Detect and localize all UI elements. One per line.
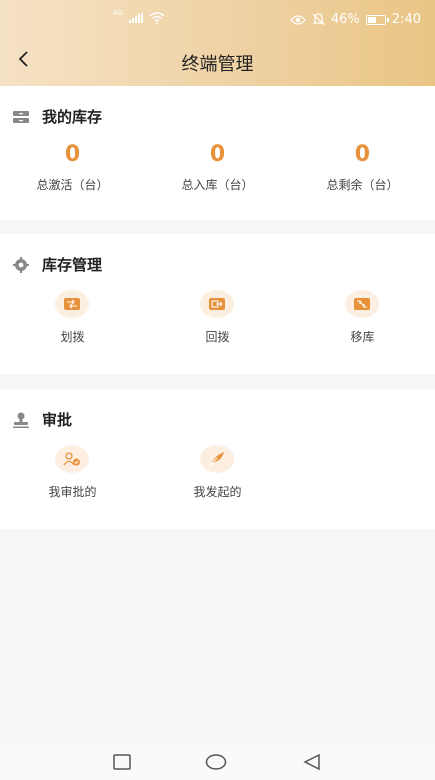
battery-icon xyxy=(365,14,389,25)
square-icon xyxy=(113,754,131,770)
stamp-icon xyxy=(12,411,30,429)
stat-stocked: 0 总入库（台） xyxy=(145,142,290,193)
feather-icon xyxy=(200,445,235,473)
my-initiated-label: 我发起的 xyxy=(193,485,242,499)
section-title-inventory: 我的库存 xyxy=(42,108,103,126)
inventory-card: 我的库存 0 总激活（台） 0 总入库（台） 0 总剩余（台） xyxy=(0,86,435,220)
section-title-approval: 审批 xyxy=(42,411,73,429)
triangle-back-icon xyxy=(303,753,320,771)
approval-card: 审批 我审批的 我发起的 xyxy=(0,389,435,529)
my-approvals-label: 我审批的 xyxy=(48,485,97,499)
move-stock-icon xyxy=(345,290,380,318)
stat-label: 总剩余（台） xyxy=(326,178,399,192)
status-bar: 4G 46% 2:40 xyxy=(0,0,435,38)
stat-remaining: 0 总剩余（台） xyxy=(290,142,435,193)
section-title-manage: 库存管理 xyxy=(42,256,103,274)
circle-icon xyxy=(205,754,227,770)
stat-value: 0 xyxy=(64,142,81,167)
move-stock-label: 移库 xyxy=(350,330,375,344)
manage-header: 库存管理 xyxy=(12,254,102,275)
manage-grid: 划拨 回拨 移库 xyxy=(0,290,435,345)
stat-value: 0 xyxy=(209,142,226,167)
approver-icon xyxy=(55,445,90,473)
recall-icon xyxy=(200,290,235,318)
app-header: 终端管理 xyxy=(0,38,435,84)
clock: 2:40 xyxy=(391,12,421,27)
my-approvals-button[interactable]: 我审批的 xyxy=(0,445,145,500)
stat-label: 总激活（台） xyxy=(36,178,109,192)
eye-icon xyxy=(290,14,306,25)
recall-button[interactable]: 回拨 xyxy=(145,290,290,345)
settings-gear-icon xyxy=(12,256,30,274)
my-initiated-button[interactable]: 我发起的 xyxy=(145,445,290,500)
approval-header: 审批 xyxy=(12,409,72,430)
move-stock-button[interactable]: 移库 xyxy=(290,290,435,345)
status-left: 4G xyxy=(113,9,165,24)
cabinet-icon xyxy=(12,108,30,126)
stat-value: 0 xyxy=(354,142,371,167)
back-nav-button[interactable] xyxy=(300,752,324,772)
battery-percent: 46% xyxy=(330,12,360,27)
stat-label: 总入库（台） xyxy=(181,178,254,192)
status-right: 46% 2:40 xyxy=(290,12,421,27)
page-title: 终端管理 xyxy=(181,54,254,75)
network-type: 4G xyxy=(113,9,123,17)
approval-grid: 我审批的 我发起的 xyxy=(0,445,435,500)
stock-management-card: 库存管理 划拨 回拨 移库 xyxy=(0,234,435,374)
signal-icon xyxy=(128,13,143,23)
mute-icon xyxy=(312,13,325,26)
stat-activated: 0 总激活（台） xyxy=(0,142,145,193)
recall-label: 回拨 xyxy=(205,330,230,344)
system-nav-bar xyxy=(0,744,435,780)
transfer-button[interactable]: 划拨 xyxy=(0,290,145,345)
transfer-icon xyxy=(55,290,90,318)
transfer-label: 划拨 xyxy=(60,330,85,344)
wifi-icon xyxy=(149,12,165,24)
inventory-header: 我的库存 xyxy=(12,106,102,127)
recent-apps-button[interactable] xyxy=(110,752,134,772)
inventory-stats: 0 总激活（台） 0 总入库（台） 0 总剩余（台） xyxy=(0,142,435,193)
home-button[interactable] xyxy=(204,752,228,772)
